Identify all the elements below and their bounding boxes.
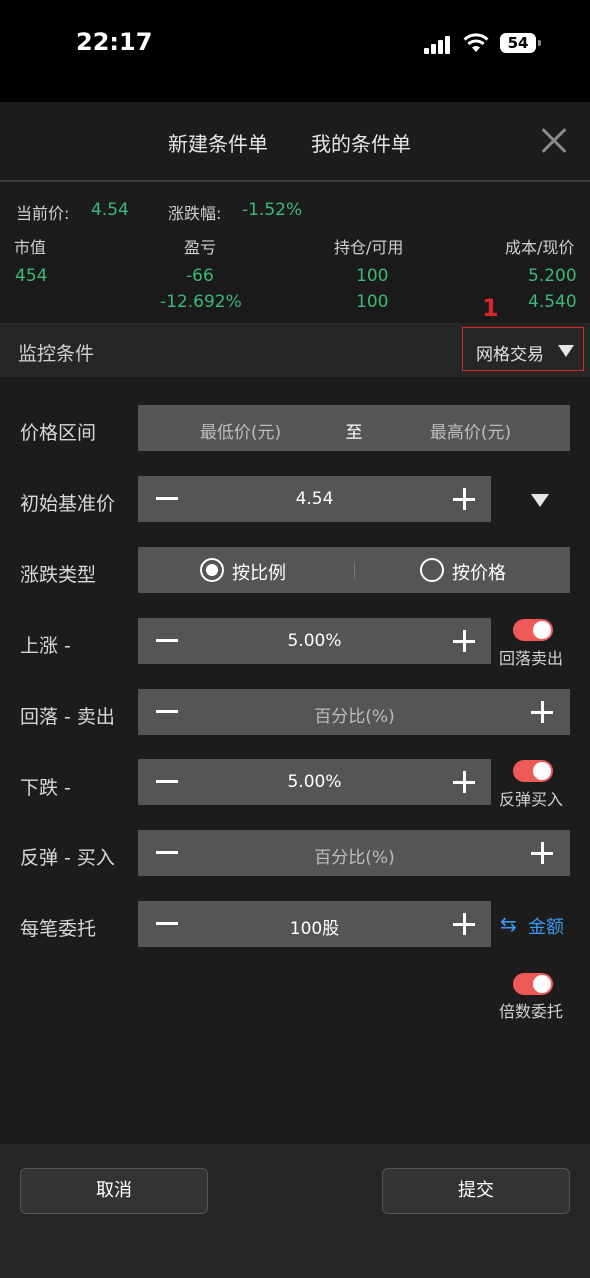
base-price-plus-icon[interactable] <box>453 488 475 510</box>
rise-minus-icon[interactable] <box>156 639 178 642</box>
rise-label: 上涨 - <box>20 635 71 657</box>
fall-plus-icon[interactable] <box>453 771 475 793</box>
rebound-input[interactable]: 百分比(%) <box>278 843 431 868</box>
multiple-order-toggle-label: 倍数委托 <box>499 1002 564 1021</box>
rise-value[interactable]: 5.00% <box>238 631 391 651</box>
current-price-label: 当前价: <box>16 204 70 223</box>
close-icon[interactable] <box>540 126 568 154</box>
radio-by-ratio-icon[interactable] <box>200 558 224 582</box>
condition-type-value: 网格交易 <box>476 345 544 365</box>
monitor-label: 监控条件 <box>18 343 95 365</box>
current-price: 4.54 <box>91 200 129 220</box>
rebound-buy-toggle-label: 反弹买入 <box>499 790 564 809</box>
per-order-plus-icon[interactable] <box>453 913 475 935</box>
annotation-badge: 1 <box>482 294 499 322</box>
header-bar <box>0 102 590 182</box>
pnl-percent: -12.692% <box>160 292 242 312</box>
fall-value[interactable]: 5.00% <box>238 772 391 792</box>
fall-minus-icon[interactable] <box>156 780 178 783</box>
base-price-expand-icon[interactable] <box>531 494 549 507</box>
divider <box>354 562 355 579</box>
col-header-holding: 持仓/可用 <box>334 238 404 257</box>
base-price-minus-icon[interactable] <box>156 497 178 500</box>
battery-icon: 54 <box>500 33 536 53</box>
pullback-label: 回落 - 卖出 <box>20 706 115 728</box>
range-to-label: 至 <box>345 423 363 443</box>
rise-plus-icon[interactable] <box>453 630 475 652</box>
fall-label: 下跌 - <box>20 777 71 799</box>
holding-qty: 100 <box>356 266 389 286</box>
tab-my-orders[interactable]: 我的条件单 <box>311 128 411 157</box>
per-order-value[interactable]: 100股 <box>238 914 391 939</box>
wifi-icon <box>463 33 489 52</box>
current-price-col: 4.540 <box>528 292 577 312</box>
per-order-minus-icon[interactable] <box>156 922 178 925</box>
fall-stepper: 5.00% <box>138 759 491 805</box>
pullback-stepper: 百分比(%) <box>138 689 570 735</box>
available-qty: 100 <box>356 292 389 312</box>
pullback-input[interactable]: 百分比(%) <box>278 702 431 727</box>
col-header-cost: 成本/现价 <box>505 238 575 257</box>
radio-by-price-icon[interactable] <box>420 558 444 582</box>
rebound-minus-icon[interactable] <box>156 851 178 854</box>
pullback-sell-toggle[interactable] <box>513 619 553 641</box>
max-price-input[interactable]: 最高价(元) <box>408 418 533 443</box>
base-price-label: 初始基准价 <box>20 493 116 515</box>
submit-button[interactable]: 提交 <box>382 1168 570 1214</box>
change-label: 涨跌幅: <box>168 204 222 223</box>
by-price-label[interactable]: 按价格 <box>452 559 512 585</box>
swap-arrows-icon[interactable]: ⇆ <box>500 912 517 936</box>
rebound-plus-icon[interactable] <box>531 842 553 864</box>
base-price-value[interactable]: 4.54 <box>238 489 391 509</box>
pullback-minus-icon[interactable] <box>156 710 178 713</box>
base-price-stepper: 4.54 <box>138 476 491 522</box>
dropdown-triangle-icon <box>558 345 574 357</box>
min-price-input[interactable]: 最低价(元) <box>178 418 303 443</box>
rebound-buy-toggle[interactable] <box>513 760 553 782</box>
change-type-box: 按比例 按价格 <box>138 547 570 593</box>
position-row <box>0 258 590 320</box>
cost-price: 5.200 <box>528 266 577 286</box>
status-time: 22:17 <box>76 28 153 56</box>
tab-new-order[interactable]: 新建条件单 <box>168 128 268 157</box>
cellular-signal-icon <box>424 36 452 54</box>
pullback-plus-icon[interactable] <box>531 701 553 723</box>
price-range-box: 最低价(元) 至 最高价(元) <box>138 405 570 451</box>
rise-stepper: 5.00% <box>138 618 491 664</box>
multiple-order-toggle[interactable] <box>513 973 553 995</box>
rebound-stepper: 百分比(%) <box>138 830 570 876</box>
pullback-sell-toggle-label: 回落卖出 <box>499 649 564 668</box>
change-type-label: 涨跌类型 <box>20 564 97 586</box>
price-range-label: 价格区间 <box>20 422 97 444</box>
per-order-stepper: 100股 <box>138 901 491 947</box>
cancel-button[interactable]: 取消 <box>20 1168 208 1214</box>
per-order-label: 每笔委托 <box>20 918 97 940</box>
rebound-label: 反弹 - 买入 <box>20 847 115 869</box>
col-header-market-value: 市值 <box>14 238 47 257</box>
change-value: -1.52% <box>242 200 303 220</box>
pnl-amount: -66 <box>186 266 214 286</box>
amount-switch-link[interactable]: 金额 <box>528 913 564 939</box>
battery-tip <box>538 40 541 46</box>
market-value: 454 <box>15 266 48 286</box>
col-header-pnl: 盈亏 <box>184 238 217 257</box>
by-ratio-label[interactable]: 按比例 <box>232 559 292 585</box>
